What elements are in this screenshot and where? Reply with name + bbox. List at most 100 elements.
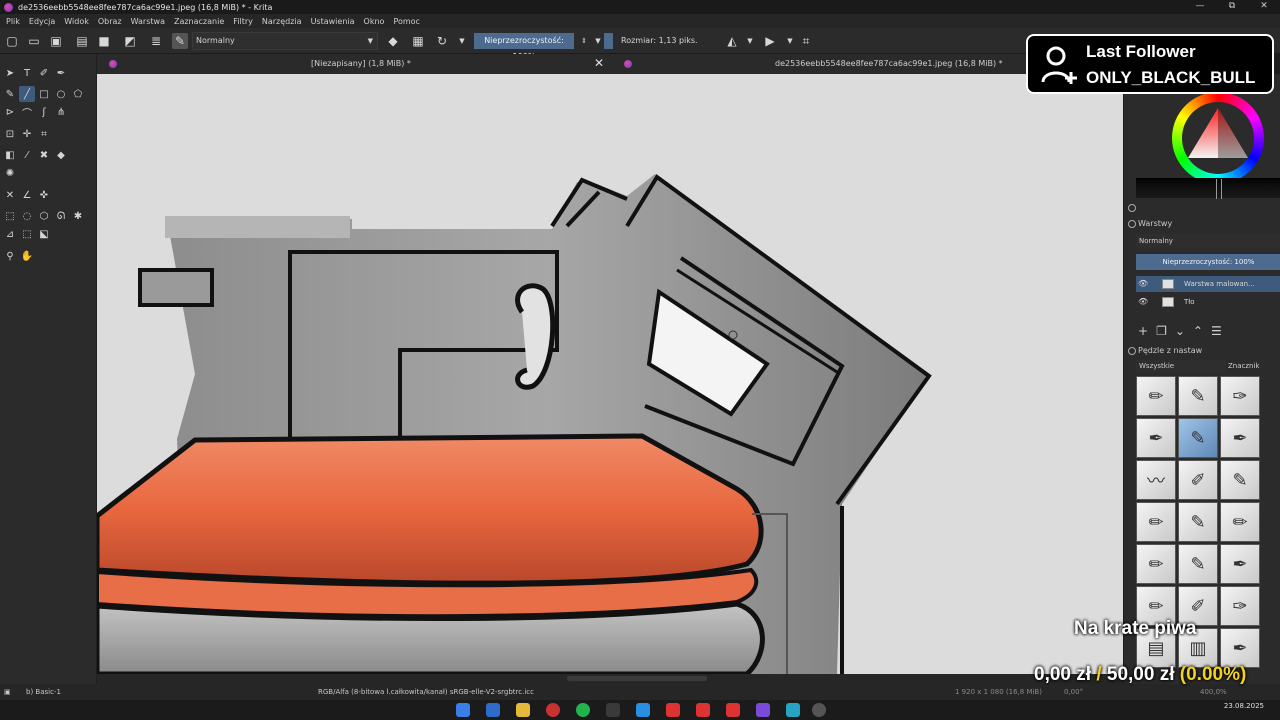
brush-preset-basic-selected[interactable]: ✎ — [1178, 418, 1218, 458]
chevron-down-icon[interactable]: ▼ — [454, 33, 470, 49]
app-red-icon-2[interactable] — [696, 703, 710, 717]
brush-preset-pen[interactable]: ✒ — [1220, 418, 1260, 458]
freehand-select-icon[interactable]: ᘏ — [53, 208, 69, 224]
open-folder-icon[interactable]: ▭ — [26, 33, 42, 49]
magnetic-select-icon[interactable]: ⬚ — [19, 226, 35, 242]
bezier-tool-icon[interactable]: ⌒ — [19, 104, 35, 120]
tray-date[interactable]: 23.08.2025 — [1224, 702, 1264, 710]
brush-preset-blue-pencil[interactable]: ✏ — [1220, 502, 1260, 542]
ellipse-select-icon[interactable]: ◌ — [19, 208, 35, 224]
brush-preset-fine[interactable]: ✎ — [1178, 502, 1218, 542]
brush-size-field[interactable]: Rozmiar: 1,13 piks. — [616, 33, 710, 49]
wrap-around-icon[interactable]: ⌗ — [798, 33, 814, 49]
brush-filter-select[interactable]: Wszystkie — [1136, 360, 1226, 373]
chevron-down-icon[interactable]: ▼ — [782, 33, 798, 49]
tab-unsaved-doc[interactable]: [Niezapisany] (1,8 MiB) * — [311, 54, 411, 74]
layer-blend-select[interactable]: Normalny — [1136, 234, 1280, 248]
maximize-button[interactable]: ⧉ — [1216, 0, 1248, 14]
freehand-path-icon[interactable]: ʃ — [36, 104, 52, 120]
brush-preset-blue-pen[interactable]: ✎ — [1178, 376, 1218, 416]
value-bar-marker[interactable] — [1216, 179, 1222, 199]
move-up-icon[interactable]: ⌃ — [1193, 324, 1203, 340]
rectangle-tool-icon[interactable]: □ — [36, 86, 52, 102]
layer-row[interactable]: 👁 Tło — [1136, 294, 1280, 310]
gradient-tool-icon[interactable]: ◧ — [2, 147, 18, 163]
brush-settings-icon[interactable]: ≣ — [148, 33, 164, 49]
start-menu-icon[interactable] — [456, 703, 470, 717]
layer-menu-icon[interactable]: ☰ — [1211, 324, 1222, 340]
move-down-icon[interactable]: ⌄ — [1175, 324, 1185, 340]
value-bar[interactable] — [1136, 178, 1280, 199]
reference-tool-icon[interactable]: ✜ — [36, 187, 52, 203]
blend-mode-select[interactable]: Normalny ▼ — [192, 32, 378, 50]
menu-tools[interactable]: Narzędzia — [262, 17, 302, 26]
app-red-icon-3[interactable] — [726, 703, 740, 717]
reload-preset-icon[interactable]: ↻ — [434, 33, 450, 49]
browser-icon[interactable] — [636, 703, 650, 717]
add-layer-icon[interactable]: + — [1138, 324, 1148, 340]
brush-preset-ink[interactable]: ✒ — [1136, 418, 1176, 458]
brush-preset-eraser[interactable]: ✏ — [1136, 376, 1176, 416]
similar-select-icon[interactable]: ⬕ — [36, 226, 52, 242]
polygon-tool-icon[interactable]: ⬠ — [70, 86, 86, 102]
eraser-icon[interactable]: ◆ — [385, 33, 401, 49]
app-circle-icon[interactable] — [812, 703, 826, 717]
brush-preset-sketch[interactable]: ✏ — [1136, 544, 1176, 584]
alpha-lock-icon[interactable]: ▦ — [410, 33, 426, 49]
duplicate-layer-icon[interactable]: ❐ — [1156, 324, 1167, 340]
brush-preset-smudge[interactable]: 〰 — [1136, 460, 1176, 500]
drawing-canvas[interactable] — [97, 74, 1123, 674]
menu-filters[interactable]: Filtry — [233, 17, 253, 26]
close-tab-icon[interactable]: ✕ — [594, 56, 604, 70]
minimize-button[interactable]: — — [1184, 0, 1216, 14]
polygon-select-icon[interactable]: ⬡ — [36, 208, 52, 224]
menu-edit[interactable]: Edycja — [29, 17, 55, 26]
app-purple-icon[interactable] — [756, 703, 770, 717]
brush-tag-toggle[interactable]: Znacznik — [1228, 360, 1259, 373]
rect-select-icon[interactable]: ⬚ — [2, 208, 18, 224]
multibrush-icon[interactable]: ⋔ — [53, 104, 69, 120]
color-swap-icon[interactable]: ◩ — [122, 33, 138, 49]
transform-tool-icon[interactable]: ⊡ — [2, 126, 18, 142]
horizontal-scrollbar[interactable] — [97, 674, 1123, 684]
brush-preset-icon[interactable]: ✎ — [172, 33, 188, 49]
app-red-icon[interactable] — [666, 703, 680, 717]
polyline-tool-icon[interactable]: ⊳ — [2, 104, 18, 120]
ellipse-tool-icon[interactable]: ○ — [53, 86, 69, 102]
save-icon[interactable]: ▣ — [48, 33, 64, 49]
brush-preset-airbrush[interactable]: ✑ — [1220, 376, 1260, 416]
move-tool-icon[interactable]: ✛ — [19, 126, 35, 142]
color-picker-icon[interactable]: ⁄ — [19, 147, 35, 163]
enclose-fill-icon[interactable]: ✺ — [2, 165, 18, 181]
brush-preset-yellow[interactable]: ✑ — [1220, 586, 1260, 626]
zoom-tool-icon[interactable]: ⚲ — [2, 248, 18, 264]
menu-file[interactable]: Plik — [6, 17, 20, 26]
file-explorer-icon[interactable] — [516, 703, 530, 717]
brush-preset-dark-pen[interactable]: ✒ — [1220, 628, 1260, 668]
opacity-field[interactable]: Nieprzezroczystość: 100% — [474, 33, 574, 61]
gradient-picker-icon[interactable]: ▤ — [74, 33, 90, 49]
brush-preset-blue-marker[interactable]: ✎ — [1178, 544, 1218, 584]
color-wheel[interactable] — [1172, 92, 1264, 184]
eye-icon[interactable]: 👁 — [1138, 294, 1148, 310]
pattern-picker-icon[interactable]: ■ — [96, 33, 112, 49]
calligraphy-icon[interactable]: ✒ — [53, 65, 69, 81]
spotify-icon[interactable] — [576, 703, 590, 717]
eye-icon[interactable]: 👁 — [1138, 276, 1148, 292]
brush-preset-liner[interactable]: ✒ — [1220, 544, 1260, 584]
menu-help[interactable]: Pomoc — [393, 17, 420, 26]
scrollbar-thumb[interactable] — [567, 676, 707, 681]
new-document-icon[interactable]: ▢ — [4, 33, 20, 49]
line-tool-icon[interactable]: ╱ — [19, 86, 35, 102]
smart-patch-icon[interactable]: ✖ — [36, 147, 52, 163]
magic-wand-icon[interactable]: ✱ — [70, 208, 86, 224]
mirror-vertical-icon[interactable]: ▶ — [762, 33, 778, 49]
crop-tool-icon[interactable]: ⌗ — [36, 126, 52, 142]
pan-tool-icon[interactable]: ✋ — [19, 248, 35, 264]
app-icon[interactable] — [606, 703, 620, 717]
color-triangle[interactable] — [1182, 102, 1254, 174]
menu-settings[interactable]: Ustawienia — [311, 17, 355, 26]
mirror-horizontal-icon[interactable]: ◭ — [724, 33, 740, 49]
word-icon[interactable] — [486, 703, 500, 717]
fill-tool-icon[interactable]: ◆ — [53, 147, 69, 163]
